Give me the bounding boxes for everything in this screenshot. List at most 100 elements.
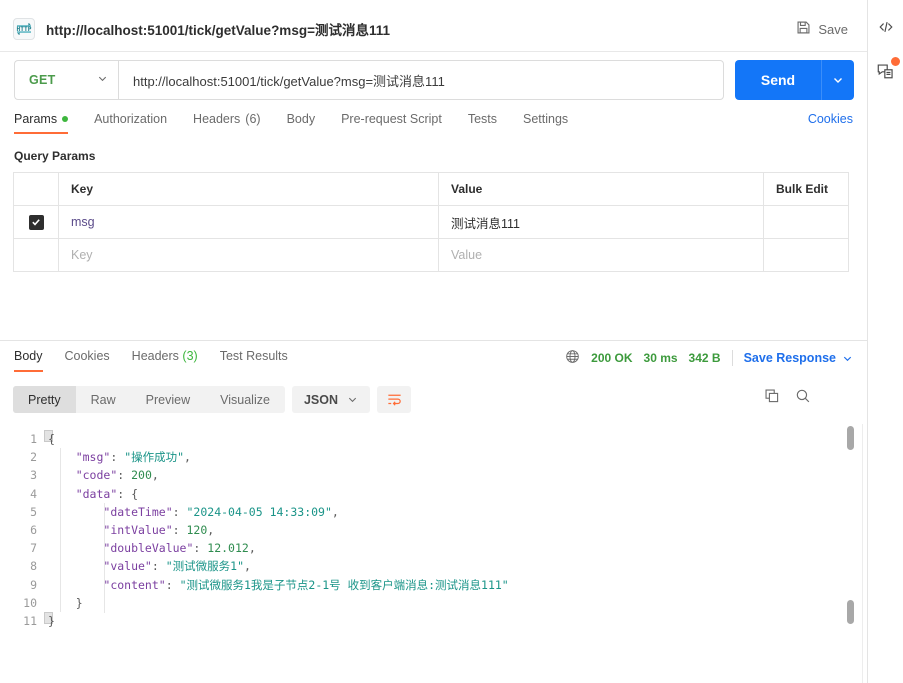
line-number-gutter: 1 2 3 4 5 6 7 8 9 10 11 <box>0 424 48 683</box>
method-selector[interactable]: GET <box>14 60 118 100</box>
tab-tests-label: Tests <box>467 112 497 126</box>
response-divider <box>0 340 867 341</box>
tab-authorization[interactable]: Authorization <box>94 112 167 134</box>
response-scrollbar-thumb-top[interactable] <box>847 426 854 450</box>
method-label: GET <box>29 73 56 87</box>
main-column: HTTP http://localhost:51001/tick/getValu… <box>0 0 867 683</box>
tab-headers-count: (6) <box>245 112 261 126</box>
row-checkbox-cell[interactable] <box>13 205 59 239</box>
header-value: Value <box>438 172 764 206</box>
header-key: Key <box>58 172 439 206</box>
view-mode-raw[interactable]: Raw <box>76 386 131 413</box>
param-value[interactable]: 测试消息111 <box>438 205 764 239</box>
globe-icon <box>565 349 580 367</box>
json-line: "content": "测试微服务1我是子节点2-1号 收到客户端消息:测试消息… <box>103 577 509 592</box>
save-icon <box>796 20 811 38</box>
row-checkbox-cell-empty[interactable] <box>13 238 59 272</box>
response-meta: 200 OK 30 ms 342 B Save Response <box>565 349 853 373</box>
param-description-empty[interactable] <box>763 238 849 272</box>
table-row: Key Value <box>13 238 849 272</box>
json-line: } <box>75 595 83 610</box>
json-line: "msg": "操作成功", <box>75 450 191 465</box>
cookies-link[interactable]: Cookies <box>808 112 853 134</box>
tab-settings[interactable]: Settings <box>523 112 568 134</box>
response-view-modes: Pretty Raw Preview Visualize <box>13 386 285 413</box>
line-number: 9 <box>30 577 37 592</box>
meta-separator <box>731 350 733 366</box>
tab-params[interactable]: Params <box>14 112 69 134</box>
params-modified-dot-icon <box>62 116 69 122</box>
response-format-selector[interactable]: JSON <box>291 386 370 413</box>
notification-badge <box>890 57 900 66</box>
response-tab-headers[interactable]: Headers (3) <box>132 349 198 372</box>
json-line: "dateTime": "2024-04-05 14:33:09", <box>103 504 339 519</box>
tab-headers[interactable]: Headers (6) <box>193 112 261 134</box>
right-icon-rail <box>867 0 903 683</box>
view-mode-pretty[interactable]: Pretty <box>13 386 76 413</box>
tab-tests[interactable]: Tests <box>468 112 497 134</box>
svg-text:HTTP: HTTP <box>17 26 32 33</box>
line-number: 11 <box>23 614 37 629</box>
json-line: "value": "测试微服务1", <box>103 559 251 574</box>
line-number: 1 <box>30 432 37 446</box>
send-group: Send <box>735 60 854 100</box>
line-number: 7 <box>30 541 37 556</box>
response-toolbar: Pretty Raw Preview Visualize JSON <box>13 386 411 413</box>
tab-headers-label: Headers <box>193 112 241 126</box>
tab-pre-request-script-label: Pre-request Script <box>341 112 442 126</box>
line-number: 5 <box>30 504 37 519</box>
wrap-lines-button[interactable] <box>377 386 411 413</box>
code-snippet-icon[interactable] <box>871 12 901 42</box>
postman-request-window: HTTP http://localhost:51001/tick/getValu… <box>0 0 903 683</box>
search-icon[interactable] <box>795 388 811 404</box>
save-label: Save <box>818 21 848 37</box>
view-mode-visualize[interactable]: Visualize <box>205 386 285 413</box>
json-line: } <box>48 614 55 629</box>
line-number: 8 <box>30 559 37 574</box>
save-button[interactable]: Save <box>791 17 853 41</box>
table-header-row: Key Value Bulk Edit <box>13 172 849 206</box>
url-input[interactable]: http://localhost:51001/tick/getValue?msg… <box>118 60 724 100</box>
json-line: "doubleValue": 12.012, <box>103 541 256 556</box>
url-bar: GET http://localhost:51001/tick/getValue… <box>14 60 854 100</box>
response-tab-test-results[interactable]: Test Results <box>220 349 288 372</box>
copy-icon[interactable] <box>764 388 780 404</box>
tab-params-label: Params <box>14 112 58 126</box>
query-params-title: Query Params <box>14 149 96 163</box>
line-number: 3 <box>30 468 37 483</box>
request-tabs: Params Authorization Headers (6) Body Pr… <box>0 112 867 138</box>
send-options-button[interactable] <box>821 60 854 100</box>
save-response-button[interactable]: Save Response <box>744 351 853 365</box>
line-number: 6 <box>30 523 37 538</box>
json-code: { "msg": "操作成功", "code": 200, "data": { … <box>48 430 838 630</box>
line-number: 2 <box>30 450 37 465</box>
param-key[interactable]: msg <box>58 205 439 239</box>
view-mode-preview[interactable]: Preview <box>131 386 205 413</box>
param-enabled-checkbox[interactable] <box>28 214 44 230</box>
response-scrollbar-track[interactable] <box>862 424 863 683</box>
save-response-label: Save Response <box>743 351 836 365</box>
tab-pre-request-script[interactable]: Pre-request Script <box>341 112 442 134</box>
response-time: 30 ms <box>643 351 678 365</box>
header-checkbox-col <box>13 172 59 206</box>
response-tab-body[interactable]: Body <box>14 349 43 372</box>
param-value-placeholder[interactable]: Value <box>438 238 764 272</box>
tab-body[interactable]: Body <box>287 112 316 134</box>
tab-settings-label: Settings <box>523 112 569 126</box>
table-row: msg 测试消息111 <box>13 205 849 239</box>
json-line: "intValue": 120, <box>103 523 215 538</box>
param-key-placeholder[interactable]: Key <box>58 238 439 272</box>
response-tabs: Body Cookies Headers (3) Test Results 20… <box>0 349 867 375</box>
response-format-label: JSON <box>303 392 338 407</box>
response-tab-cookies[interactable]: Cookies <box>65 349 110 372</box>
tab-body-label: Body <box>286 112 316 126</box>
bulk-edit-button[interactable]: Bulk Edit <box>776 182 828 196</box>
response-size: 342 B <box>688 351 721 365</box>
json-line: "data": { <box>75 486 139 501</box>
comments-icon[interactable] <box>871 56 901 86</box>
response-body-actions <box>764 388 811 404</box>
param-description[interactable] <box>763 205 849 239</box>
response-body-viewer[interactable]: 1 2 3 4 5 6 7 8 9 10 11 { "msg": "操作成功", "code": 2… <box>0 424 867 683</box>
send-button[interactable]: Send <box>735 60 821 100</box>
response-scrollbar-thumb[interactable] <box>847 600 854 624</box>
